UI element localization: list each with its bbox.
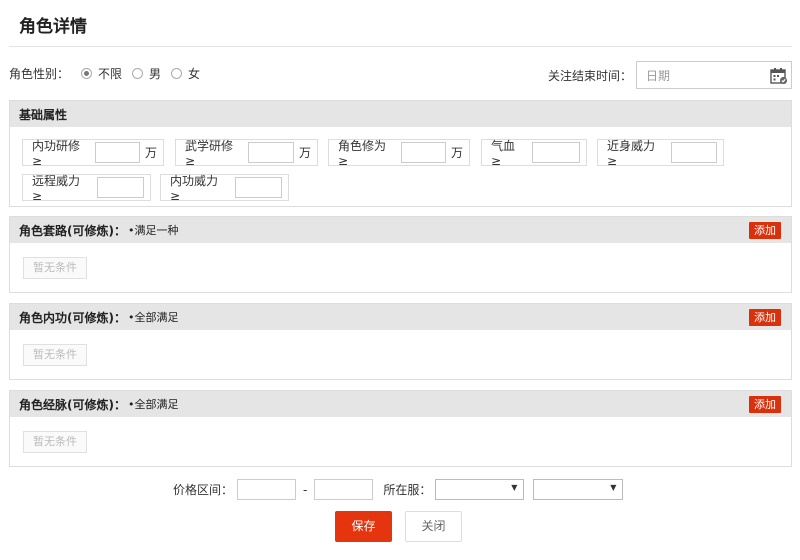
basic-attributes-header: 基础属性	[10, 101, 791, 127]
dialog-title: 角色详情	[19, 17, 87, 37]
calendar-icon[interactable]	[770, 67, 788, 85]
attr-label: 武学研修 ≥	[185, 139, 234, 168]
gender-label: 角色性别：	[9, 66, 70, 81]
gender-option-label: 男	[149, 66, 162, 81]
gender-row: 角色性别： 不限 男 女	[9, 64, 210, 82]
attr-label: 气血 ≥	[491, 139, 516, 168]
add-button[interactable]: 添加	[749, 396, 781, 413]
price-max-input[interactable]	[314, 479, 374, 500]
jingmai-header: 角色经脉(可修炼)： •全部满足 添加	[10, 391, 791, 417]
server-select-2[interactable]: ▼	[533, 479, 624, 500]
price-separator: -	[303, 482, 308, 497]
title-divider	[9, 46, 792, 47]
empty-condition-button[interactable]: 暂无条件	[23, 257, 87, 279]
attr-label: 内功研修 ≥	[32, 139, 81, 168]
chevron-down-icon: ▼	[610, 483, 617, 492]
radio-checked-icon[interactable]	[81, 67, 93, 79]
chevron-down-icon: ▼	[511, 483, 518, 492]
section-note: •全部满足	[127, 311, 179, 324]
add-button[interactable]: 添加	[749, 222, 781, 239]
attr-qixue: 气血 ≥	[481, 139, 587, 168]
radio-icon[interactable]	[171, 67, 183, 79]
neigong-section: 角色内功(可修炼)： •全部满足 添加 暂无条件	[9, 303, 792, 380]
attr-label: 角色修为 ≥	[338, 139, 387, 168]
section-title: 角色内功(可修炼)：	[19, 310, 126, 325]
attr-input[interactable]	[532, 142, 580, 163]
gender-option-label: 不限	[98, 66, 123, 81]
attr-input[interactable]	[248, 142, 294, 163]
gender-option-female[interactable]: 女	[171, 65, 200, 82]
attr-neigong-yanxiu: 内功研修 ≥ 万	[22, 139, 164, 168]
jingmai-section: 角色经脉(可修炼)： •全部满足 添加 暂无条件	[9, 390, 792, 467]
attr-input[interactable]	[96, 177, 144, 198]
attr-input[interactable]	[400, 142, 446, 163]
section-title: 角色套路(可修炼)：	[19, 223, 126, 238]
end-time-label: 关注结束时间：	[547, 68, 632, 83]
basic-attributes-title: 基础属性	[19, 107, 68, 122]
attr-label: 近身威力 ≥	[607, 139, 656, 168]
empty-condition-button[interactable]: 暂无条件	[23, 431, 87, 453]
attr-label: 内功威力 ≥	[170, 174, 219, 203]
date-placeholder: 日期	[646, 68, 671, 83]
attr-juese-xiuwei: 角色修为 ≥ 万	[328, 139, 470, 168]
attr-input[interactable]	[94, 142, 140, 163]
attr-label: 远程威力 ≥	[32, 174, 81, 203]
end-time-row: 关注结束时间： 日期	[548, 61, 792, 89]
date-input[interactable]: 日期	[636, 61, 792, 89]
attr-yuancheng-weili: 远程威力 ≥	[22, 174, 151, 203]
server-select-1[interactable]: ▼	[435, 479, 525, 500]
gender-option-male[interactable]: 男	[132, 65, 161, 82]
filter-row: 价格区间： - 所在服： ▼ ▼	[173, 479, 624, 500]
attr-input[interactable]	[234, 177, 282, 198]
attr-neigong-weili: 内功威力 ≥	[160, 174, 289, 203]
section-note: •全部满足	[127, 398, 179, 411]
attr-wuxue-yanxiu: 武学研修 ≥ 万	[175, 139, 318, 168]
neigong-header: 角色内功(可修炼)： •全部满足 添加	[10, 304, 791, 330]
taolu-section: 角色套路(可修炼)： •满足一种 添加 暂无条件	[9, 216, 792, 293]
close-button[interactable]: 关闭	[405, 511, 462, 542]
attr-input[interactable]	[670, 142, 717, 163]
add-button[interactable]: 添加	[749, 309, 781, 326]
attr-jinshen-weili: 近身威力 ≥	[597, 139, 724, 168]
gender-option-label: 女	[188, 66, 201, 81]
attr-unit: 万	[144, 146, 157, 160]
section-title: 角色经脉(可修炼)：	[19, 397, 126, 412]
server-label: 所在服：	[383, 483, 432, 497]
attr-unit: 万	[298, 146, 311, 160]
radio-icon[interactable]	[132, 67, 144, 79]
taolu-header: 角色套路(可修炼)： •满足一种 添加	[10, 217, 791, 243]
price-range-label: 价格区间：	[173, 483, 234, 497]
price-min-input[interactable]	[237, 479, 297, 500]
empty-condition-button[interactable]: 暂无条件	[23, 344, 87, 366]
attr-unit: 万	[450, 146, 463, 160]
gender-option-any[interactable]: 不限	[81, 65, 122, 82]
section-note: •满足一种	[127, 224, 179, 237]
save-button[interactable]: 保存	[335, 511, 392, 542]
